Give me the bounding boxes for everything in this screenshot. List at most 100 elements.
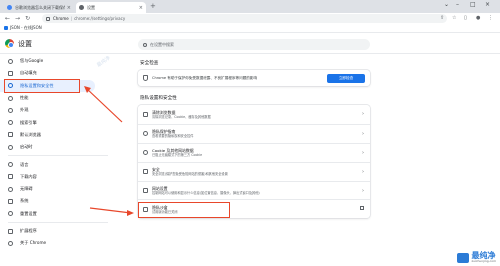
check-now-button[interactable]: 立即检查 xyxy=(327,73,365,83)
accessibility-icon xyxy=(8,186,13,192)
lock-icon xyxy=(143,169,148,175)
security-item[interactable]: 安全 安全浏览(保护您免受危险网站的侵害)和其他安全设置 › xyxy=(138,161,370,181)
address-bar[interactable]: Chrome | chrome://settings/privacy xyxy=(42,14,447,23)
sidebar-item-label: 默认浏览器 xyxy=(20,131,41,137)
settings-favicon xyxy=(79,5,84,10)
chevron-right-icon: › xyxy=(362,111,364,117)
person-icon xyxy=(8,58,13,64)
search-placeholder: 在设置中搜索 xyxy=(150,41,174,47)
autofill-icon xyxy=(8,70,13,76)
address-url: chrome://settings/privacy xyxy=(74,16,126,21)
close-icon[interactable]: × xyxy=(139,5,143,11)
sidebar-item-label: 重置设置 xyxy=(20,210,37,216)
sidebar-item-label: 无障碍 xyxy=(20,186,33,192)
sidebar-item-system[interactable]: 系统 xyxy=(0,195,125,207)
download-icon xyxy=(8,174,13,180)
profile-icon[interactable]: ● xyxy=(476,15,480,21)
sidebar-item-appearance[interactable]: 外观 xyxy=(0,104,125,116)
sidepanel-icon[interactable]: ▯ xyxy=(464,15,467,21)
guide-icon xyxy=(143,131,148,137)
sidebar-item-about[interactable]: 关于 Chrome xyxy=(0,237,125,249)
chevron-right-icon: › xyxy=(362,130,364,137)
sliders-icon xyxy=(143,188,148,193)
forward-icon[interactable]: → xyxy=(15,15,20,22)
sidebar-item-label: 自动填充 xyxy=(20,70,37,76)
chevron-down-icon[interactable]: ⌄ xyxy=(444,1,449,8)
safety-check-card: Chrome 有助于保护你免受数据泄露、不良扩展程序等问题的影响 立即检查 xyxy=(138,70,370,86)
main-content: 安全检查 Chrome 有助于保护你免受数据泄露、不良扩展程序等问题的影响 立即… xyxy=(138,55,370,219)
shield-check-icon xyxy=(143,75,148,81)
sidebar-item-extensions[interactable]: 扩展程序 xyxy=(0,225,125,237)
toolbar: ← → ↻ Chrome | chrome://settings/privacy… xyxy=(0,13,500,24)
address-brand: Chrome xyxy=(53,16,69,21)
power-icon xyxy=(8,144,13,150)
new-tab-icon[interactable]: + xyxy=(150,2,156,10)
sidebar-item-accessibility[interactable]: 无障碍 xyxy=(0,183,125,195)
safety-check-row: Chrome 有助于保护你免受数据泄露、不良扩展程序等问题的影响 立即检查 xyxy=(138,70,370,86)
cookies-item[interactable]: Cookie 及其他网站数据 已阻止无痕模式下的第三方 Cookie › xyxy=(138,142,370,162)
maximize-icon[interactable]: □ xyxy=(470,1,476,8)
sidebar-item-label: 扩展程序 xyxy=(20,228,37,233)
favicon xyxy=(7,5,12,10)
tab-settings[interactable]: 设置 × xyxy=(76,2,146,13)
tab-title: 设置 xyxy=(87,4,95,10)
minimize-icon[interactable]: – xyxy=(456,1,459,8)
sidebar-item-performance[interactable]: 性能 xyxy=(0,92,125,104)
window-close-icon[interactable]: × xyxy=(485,1,490,8)
bookmark-item[interactable]: JSON - 在线JSON xyxy=(10,25,42,31)
site-info-icon[interactable] xyxy=(46,16,50,21)
sidebar-item-languages[interactable]: 语言 xyxy=(0,158,125,170)
globe-icon xyxy=(8,162,13,168)
sidebar-divider xyxy=(8,155,108,157)
menu-icon[interactable]: ⋮ xyxy=(488,15,493,21)
sidebar-item-label: 您与Google xyxy=(20,58,44,64)
sidebar-item-label: 性能 xyxy=(20,95,29,101)
chevron-right-icon: › xyxy=(362,149,364,156)
back-icon[interactable]: ← xyxy=(5,15,10,22)
chevron-right-icon: › xyxy=(362,168,364,175)
item-desc: 安全浏览(保护您免受危险网站的侵害)和其他安全设置 xyxy=(152,171,228,176)
sidebar-item-search-engine[interactable]: 搜索引擎 xyxy=(0,116,125,128)
sidebar-item-label: 下载内容 xyxy=(20,173,37,179)
palette-icon xyxy=(8,107,13,113)
clear-browsing-data-item[interactable]: 清除浏览数据 清除浏览记录、Cookie、缓存及其他数据 › xyxy=(138,105,370,124)
browser-icon xyxy=(8,132,13,138)
sidebar-item-downloads[interactable]: 下载内容 xyxy=(0,171,125,183)
share-icon[interactable]: ⇪ xyxy=(440,15,444,21)
sidebar-item-reset[interactable]: 重置设置 xyxy=(0,208,125,220)
speedometer-icon xyxy=(8,95,13,101)
brand-site: zuichunjing.com xyxy=(471,259,497,263)
sidebar-item-label: 搜索引擎 xyxy=(20,119,37,125)
settings-search-input[interactable]: 在设置中搜索 xyxy=(138,39,370,50)
address-separator: | xyxy=(70,16,73,21)
tab-article[interactable]: 谷歌浏览器怎么关闭下载保存位置询问... × xyxy=(4,2,74,13)
cookie-icon xyxy=(143,150,148,156)
bookmarks-bar: JSON - 在线JSON xyxy=(0,24,500,33)
item-desc: 查看重要的隐私权和安全控件 xyxy=(152,134,194,139)
reload-icon[interactable]: ↻ xyxy=(25,15,30,22)
star-icon[interactable]: ☆ xyxy=(452,15,456,21)
chevron-right-icon: › xyxy=(362,187,364,194)
brand-logo-icon xyxy=(456,252,469,263)
sidebar-item-label: 关于 Chrome xyxy=(20,240,47,246)
tab-title: 谷歌浏览器怎么关闭下载保存位置询问... xyxy=(15,4,65,10)
sidebar-item-on-startup[interactable]: 启动时 xyxy=(0,141,125,153)
page-title: 设置 xyxy=(18,40,32,48)
sidebar-item-label: 语言 xyxy=(20,161,29,167)
search-icon xyxy=(143,42,147,47)
search-icon xyxy=(8,120,13,126)
privacy-guide-item[interactable]: 隐私保护指南 查看重要的隐私权和安全控件 › xyxy=(138,123,370,143)
sidebar-item-autofill[interactable]: 自动填充 xyxy=(0,67,125,79)
external-link-icon xyxy=(360,206,364,211)
item-desc: 控制网站可以使用和显示什么信息(如位置信息、摄像头、弹出式窗口及其他) xyxy=(152,190,260,195)
item-desc: 已阻止无痕模式下的第三方 Cookie xyxy=(152,152,203,157)
reset-icon xyxy=(8,211,13,217)
sidebar-item-label: 外观 xyxy=(20,107,29,113)
site-settings-item[interactable]: 网站设置 控制网站可以使用和显示什么信息(如位置信息、摄像头、弹出式窗口及其他) … xyxy=(138,180,370,200)
tab-strip: 谷歌浏览器怎么关闭下载保存位置询问... × 设置 × + ⌄ – □ × xyxy=(0,0,500,13)
privacy-section-title: 隐私设置和安全性 xyxy=(140,96,177,101)
safety-check-title: 安全检查 xyxy=(140,61,159,66)
sidebar-item-default-browser[interactable]: 默认浏览器 xyxy=(0,129,125,141)
close-icon[interactable]: × xyxy=(67,5,71,11)
chrome-logo-icon xyxy=(5,39,14,48)
